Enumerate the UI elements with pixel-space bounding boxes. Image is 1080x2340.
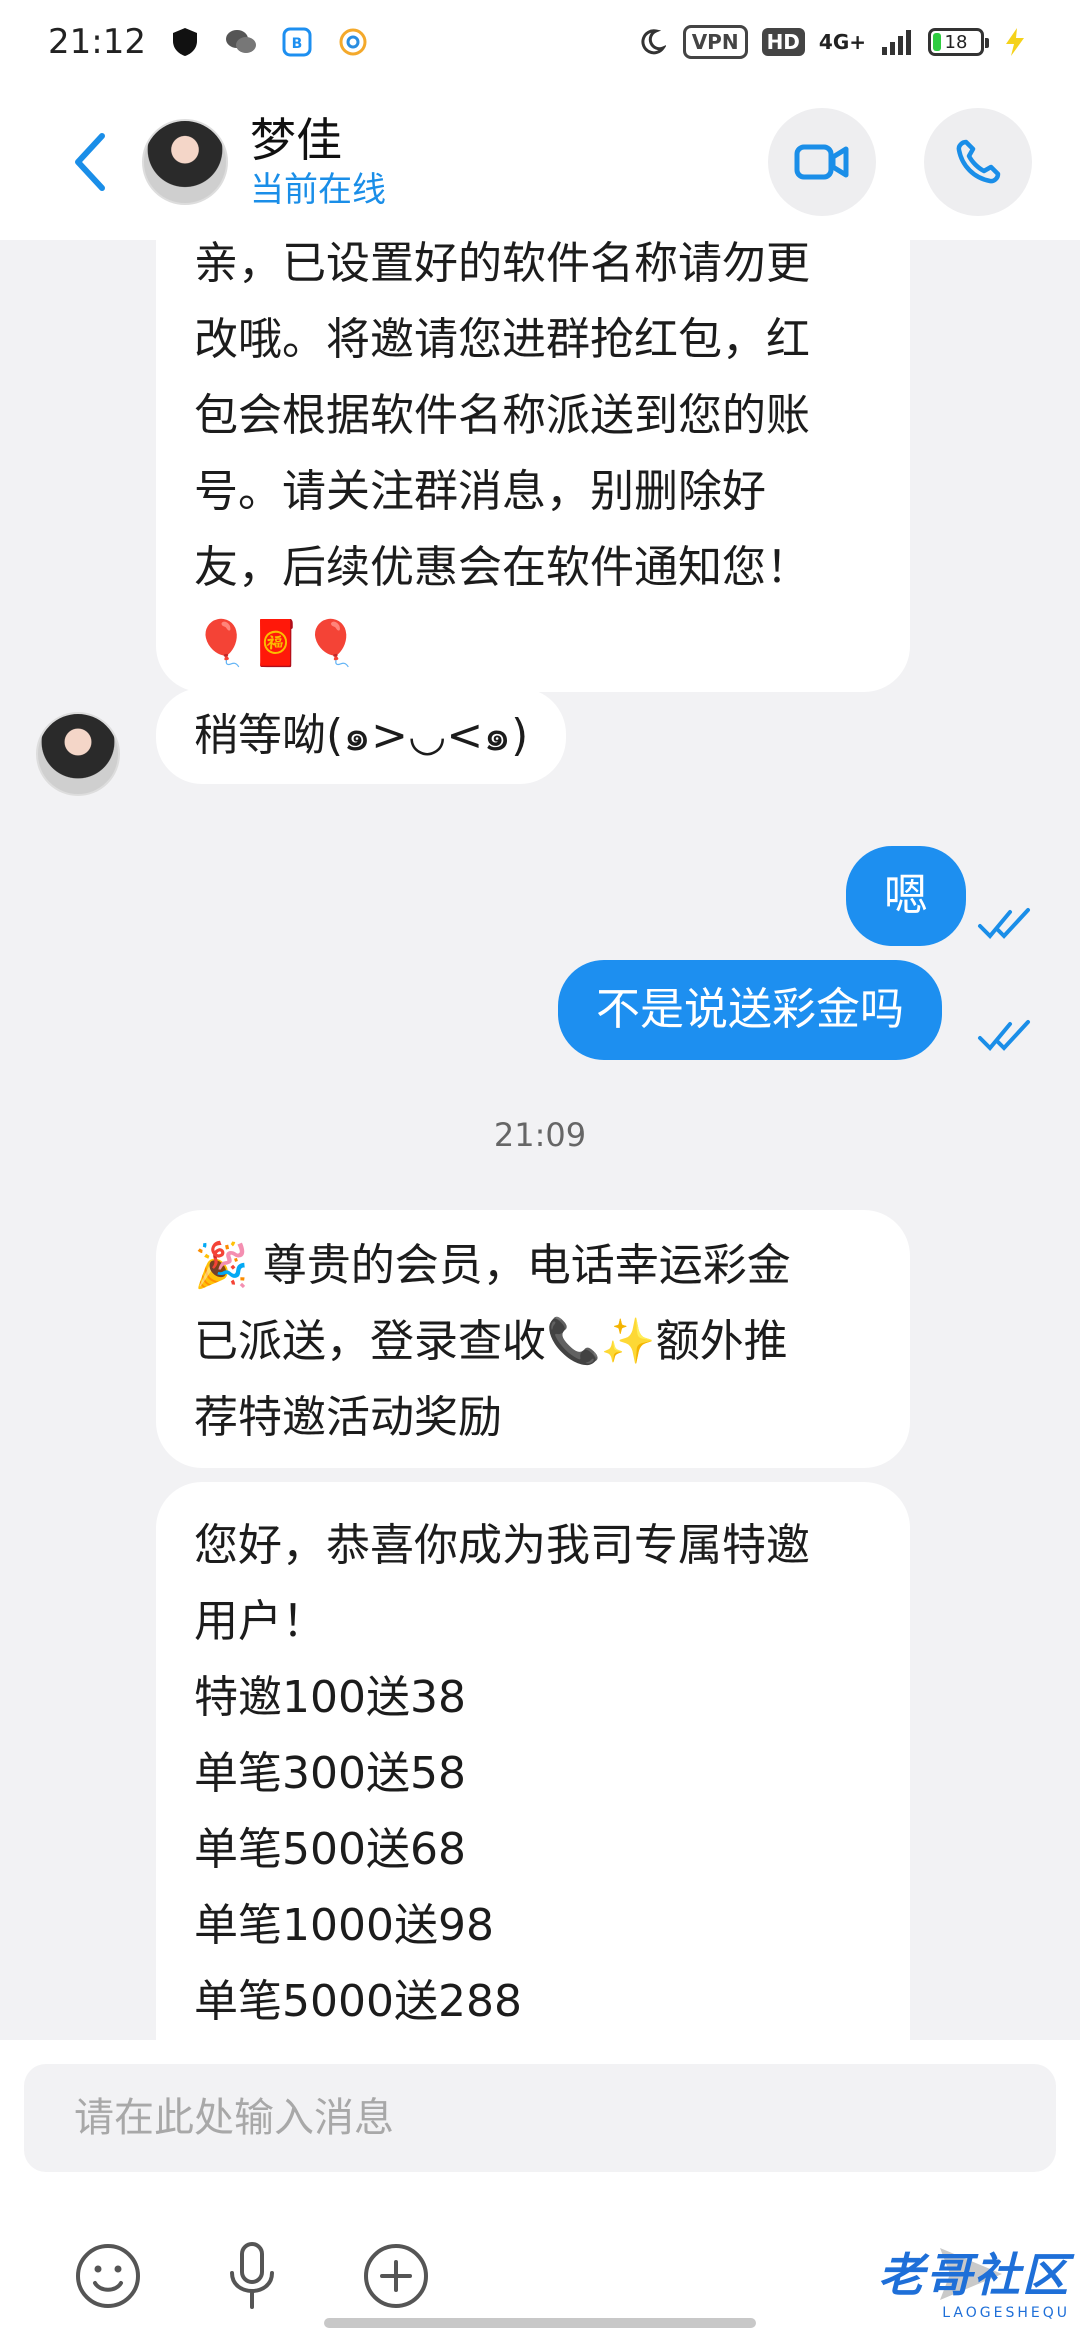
read-receipt-icon <box>978 908 1030 939</box>
watermark-logo: 老哥社区 LAOGESHEQU <box>840 2232 1070 2328</box>
message-list[interactable]: 亲，已设置好的软件名称请勿更 改哦。将邀请您进群抢红包，红 包会根据软件名称派送… <box>0 240 1080 2040</box>
back-arrow-icon <box>75 133 105 191</box>
status-bar: 21:12 B VPN HD 4G+ 18 <box>0 0 1080 84</box>
chat-header: 梦佳 当前在线 <box>0 84 1080 240</box>
add-attachment-button[interactable] <box>358 2238 434 2314</box>
watermark-main: 老哥社区 <box>878 2248 1070 2302</box>
network-label: 4G+ <box>818 30 866 54</box>
message-bubble-incoming[interactable]: 稍等呦(๑>◡<๑) <box>156 688 567 784</box>
contact-online-status: 当前在线 <box>250 170 386 210</box>
sender-avatar[interactable] <box>36 712 120 796</box>
contact-info[interactable]: 梦佳 当前在线 <box>250 112 386 212</box>
message-bubble-incoming[interactable]: 亲，已设置好的软件名称请勿更 改哦。将邀请您进群抢红包，红 包会根据软件名称派送… <box>156 240 910 692</box>
status-time: 21:12 <box>48 22 146 62</box>
microphone-icon <box>230 2242 274 2309</box>
message-bubble-outgoing[interactable]: 不是说送彩金吗 <box>558 960 942 1060</box>
timestamp-divider: 21:09 <box>493 1116 587 1154</box>
charging-icon <box>998 25 1032 59</box>
watermark-sub: LAOGESHEQU <box>942 2305 1070 2321</box>
emoji-icon <box>76 2244 140 2308</box>
phone-icon <box>956 139 1001 184</box>
video-call-button[interactable] <box>768 108 876 216</box>
voice-input-button[interactable] <box>214 2238 290 2314</box>
shield-icon <box>168 25 202 59</box>
at-sign-icon <box>336 25 370 59</box>
add-icon <box>364 2244 428 2308</box>
back-button[interactable] <box>54 126 126 198</box>
video-call-icon <box>794 144 849 180</box>
message-bubble-outgoing[interactable]: 嗯 <box>846 846 966 946</box>
app-notification-icon: B <box>280 25 314 59</box>
hd-badge: HD <box>761 28 805 56</box>
message-bubble-incoming[interactable]: 您好，恭喜你成为我司专属特邀 用户！ 特邀100送38 单笔300送58 单笔5… <box>156 1482 910 2040</box>
home-indicator[interactable] <box>324 2318 756 2328</box>
read-receipt-icon <box>978 1020 1030 1051</box>
svg-text:B: B <box>292 36 303 52</box>
contact-name: 梦佳 <box>250 113 342 167</box>
wechat-icon <box>224 25 258 59</box>
vpn-badge: VPN <box>682 25 748 59</box>
moon-icon <box>635 25 669 59</box>
contact-avatar[interactable] <box>142 119 228 205</box>
voice-call-button[interactable] <box>924 108 1032 216</box>
message-bubble-incoming[interactable]: 🎉 尊贵的会员，电话幸运彩金 已派送，登录查收📞✨额外推 荐特邀活动奖励 <box>156 1210 910 1468</box>
signal-icon <box>880 25 914 59</box>
message-input[interactable] <box>24 2064 1056 2172</box>
emoji-button[interactable] <box>70 2238 146 2314</box>
battery-indicator: 18 <box>928 28 989 56</box>
